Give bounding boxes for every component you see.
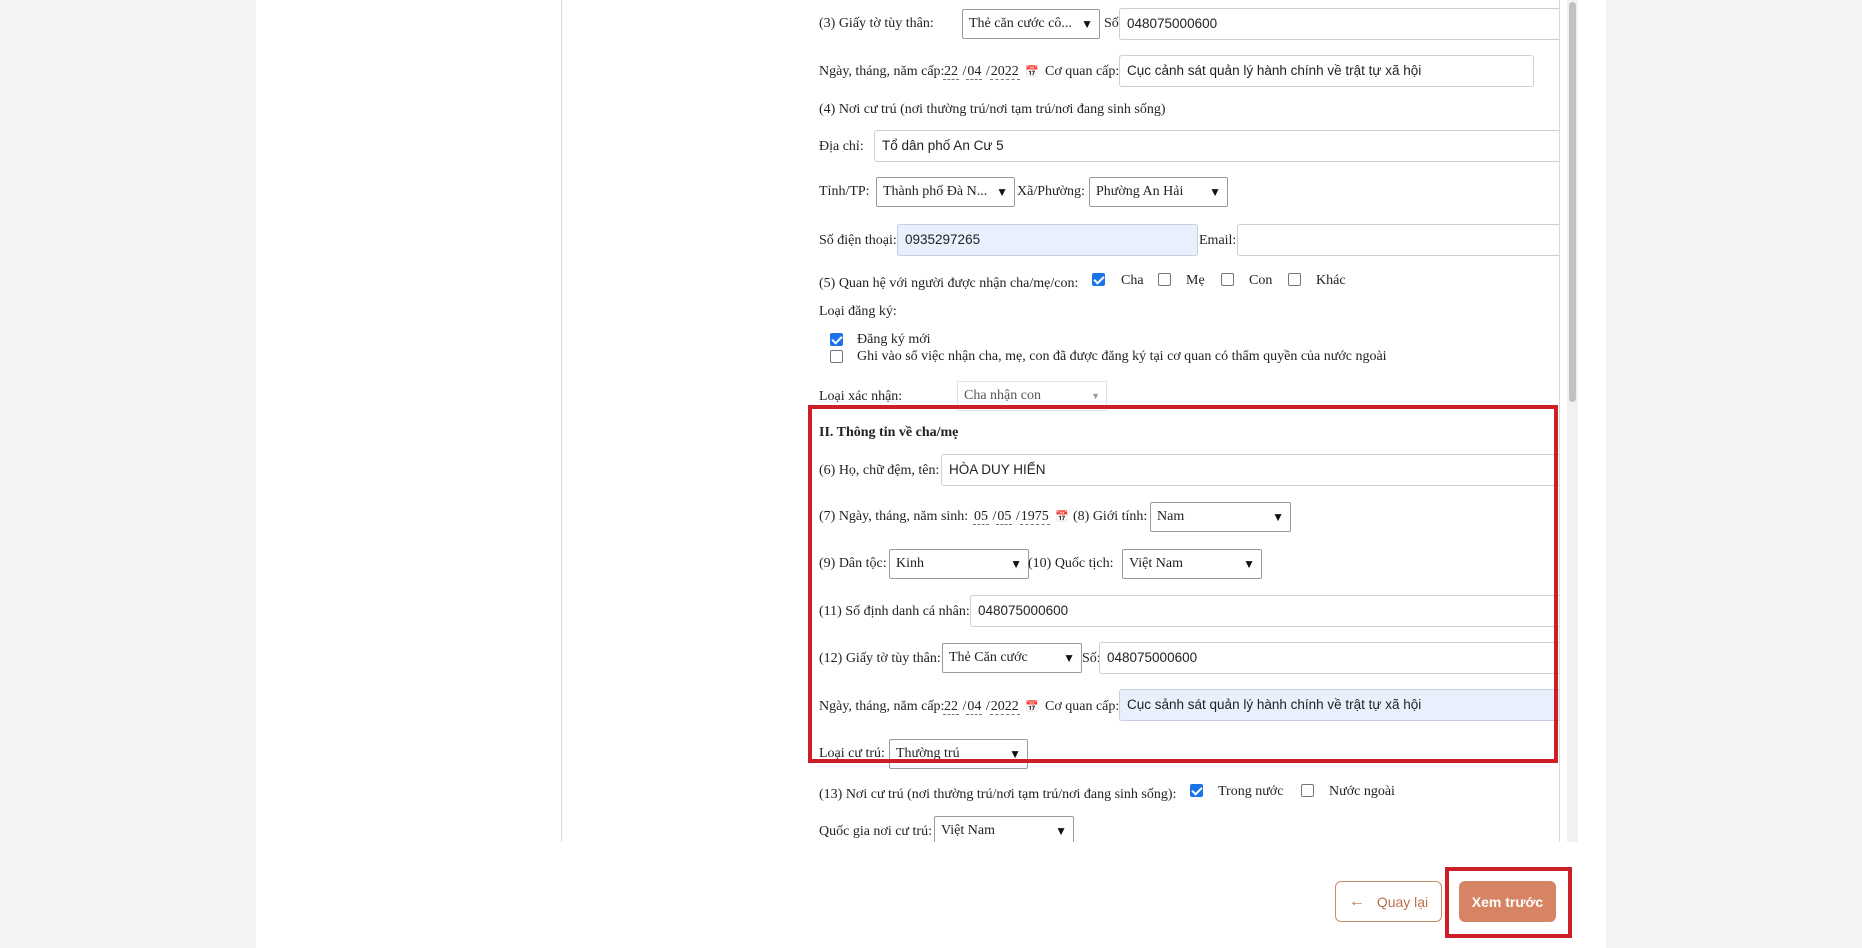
reg-type-label: Loại đăng ký: xyxy=(819,304,897,319)
page-container: (3) Giấy tờ tùy thân: Thẻ căn cước cô...… xyxy=(256,0,1606,948)
ward-label: Xã/Phường: xyxy=(1017,184,1085,199)
relation-khac-label: Khác xyxy=(1316,273,1346,288)
country-label: Quốc gia nơi cư trú: xyxy=(819,824,932,839)
reg-new-label: Đăng ký mới xyxy=(857,332,931,347)
id-doc-select[interactable]: Thẻ căn cước cô... ▼ xyxy=(962,9,1100,39)
parent-residence-label: (13) Nơi cư trú (nơi thường trú/nơi tạm … xyxy=(819,787,1177,802)
country-value: Việt Nam xyxy=(941,823,995,838)
country-select[interactable]: Việt Nam ▼ xyxy=(934,816,1074,842)
issue-year: 2022 xyxy=(989,64,1020,80)
scrollbar-thumb[interactable] xyxy=(1569,2,1576,402)
relation-cha-label: Cha xyxy=(1121,273,1144,288)
dropdown-arrow-icon: ▼ xyxy=(1209,185,1221,199)
foreign-label: Nước ngoài xyxy=(1329,784,1395,799)
relation-me-checkbox[interactable] xyxy=(1158,273,1171,286)
authority-label: Cơ quan cấp: xyxy=(1045,64,1120,79)
residence-heading: (4) Nơi cư trú (nơi thường trú/nơi tạm t… xyxy=(819,102,1166,117)
arrow-left-icon: ← xyxy=(1348,892,1365,910)
back-button[interactable]: ← Quay lại xyxy=(1335,881,1442,922)
province-select-value: Thành phố Đà N... xyxy=(883,184,988,199)
address-label: Địa chỉ: xyxy=(819,139,864,154)
id-number-input[interactable]: 048075000600 xyxy=(1119,8,1559,40)
preview-button-highlight xyxy=(1445,867,1572,938)
issue-day: 22 xyxy=(943,64,959,80)
reg-foreign-checkbox[interactable] xyxy=(830,350,843,363)
ward-select-value: Phường An Hải xyxy=(1096,184,1184,199)
issue-date-label: Ngày, tháng, năm cấp: xyxy=(819,64,945,79)
domestic-checkbox[interactable] xyxy=(1190,784,1203,797)
parent-section-highlight xyxy=(808,405,1558,763)
id-doc-select-value: Thẻ căn cước cô... xyxy=(969,16,1072,31)
reg-new-checkbox[interactable] xyxy=(830,333,843,346)
authority-input[interactable]: Cục cảnh sát quản lý hành chính về trật … xyxy=(1119,55,1534,87)
relation-con-label: Con xyxy=(1249,273,1273,288)
province-label: Tỉnh/TP: xyxy=(819,184,870,199)
dropdown-arrow-icon: ▼ xyxy=(996,185,1008,199)
confirm-type-value: Cha nhận con xyxy=(964,388,1041,403)
phone-label: Số điện thoại: xyxy=(819,233,897,248)
phone-input[interactable]: 0935297265 xyxy=(897,224,1198,256)
form-scrollbar[interactable] xyxy=(1567,0,1578,842)
foreign-checkbox[interactable] xyxy=(1301,784,1314,797)
id-doc-label: (3) Giấy tờ tùy thân: xyxy=(819,16,934,31)
dropdown-arrow-icon: ▼ xyxy=(1055,824,1067,838)
relation-khac-checkbox[interactable] xyxy=(1288,273,1301,286)
address-input[interactable]: Tổ dân phố An Cư 5 xyxy=(874,130,1559,162)
back-button-label: Quay lại xyxy=(1376,893,1429,910)
form-document: (3) Giấy tờ tùy thân: Thẻ căn cước cô...… xyxy=(561,0,1560,842)
calendar-icon[interactable]: 📅 xyxy=(1025,66,1039,78)
ward-select[interactable]: Phường An Hải ▼ xyxy=(1089,177,1228,207)
domestic-label: Trong nước xyxy=(1218,784,1284,799)
issue-month: 04 xyxy=(966,64,983,80)
relation-me-label: Mẹ xyxy=(1186,273,1205,288)
dropdown-arrow-icon: ▼ xyxy=(1081,17,1093,31)
email-label: Email: xyxy=(1199,233,1237,248)
relation-cha-checkbox[interactable] xyxy=(1092,273,1105,286)
issue-date-input[interactable]: 22 /04 /2022 📅 xyxy=(943,63,1039,81)
relation-label: (5) Quan hệ với người được nhận cha/mẹ/c… xyxy=(819,276,1079,291)
reg-foreign-label: Ghi vào sổ việc nhận cha, mẹ, con đã đượ… xyxy=(857,349,1387,364)
relation-con-checkbox[interactable] xyxy=(1221,273,1234,286)
email-input[interactable] xyxy=(1237,224,1559,256)
province-select[interactable]: Thành phố Đà N... ▼ xyxy=(876,177,1015,207)
confirm-type-label: Loại xác nhận: xyxy=(819,389,903,404)
